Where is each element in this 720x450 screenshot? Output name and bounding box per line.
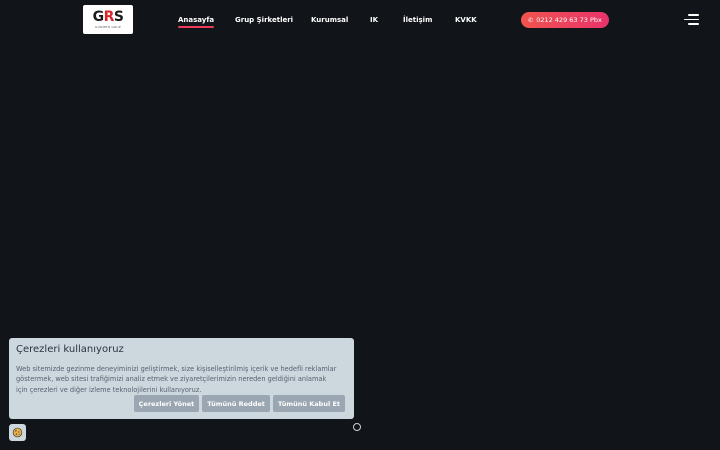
slider-pagination-dot[interactable] bbox=[353, 423, 361, 431]
logo-subtitle: GÜRMEN GRUP bbox=[94, 25, 121, 29]
hamburger-menu-icon[interactable] bbox=[684, 14, 699, 25]
nav-item-anasayfa[interactable]: Anasayfa bbox=[178, 15, 215, 28]
cookie-banner-actions: Çerezleri Yönet Tümünü Reddet Tümünü Kab… bbox=[133, 395, 345, 412]
nav-item-kurumsal[interactable]: Kurumsal bbox=[311, 15, 348, 25]
reject-all-button[interactable]: Tümünü Reddet bbox=[202, 395, 270, 412]
nav-item-iletisim[interactable]: İletişim bbox=[403, 15, 432, 25]
phone-button[interactable]: ✆ 0212 429 63 73 Pbx bbox=[521, 12, 609, 28]
nav-item-kvkk[interactable]: KVKK bbox=[455, 15, 477, 25]
cookie-icon bbox=[12, 427, 23, 438]
nav-item-grup-sirketleri[interactable]: Grup Şirketleri bbox=[235, 15, 293, 25]
phone-icon: ✆ bbox=[528, 16, 534, 24]
site-header: GRS GÜRMEN GRUP Anasayfa Grup Şirketleri… bbox=[0, 0, 720, 40]
phone-number: 0212 429 63 73 Pbx bbox=[536, 16, 602, 24]
cookie-settings-button[interactable] bbox=[9, 424, 26, 441]
accept-all-button[interactable]: Tümünü Kabul Et bbox=[272, 395, 345, 412]
cookie-banner-title: Çerezleri kullanıyoruz bbox=[16, 344, 124, 355]
cookie-banner-text: Web sitemizde gezinme deneyiminizi geliş… bbox=[16, 365, 337, 394]
manage-cookies-button[interactable]: Çerezleri Yönet bbox=[133, 395, 200, 412]
company-logo[interactable]: GRS GÜRMEN GRUP bbox=[83, 5, 133, 34]
nav-item-ik[interactable]: IK bbox=[370, 15, 378, 25]
logo-mark: GRS bbox=[92, 9, 124, 25]
cookie-banner: Çerezleri kullanıyoruz Web sitemizde gez… bbox=[9, 338, 354, 419]
